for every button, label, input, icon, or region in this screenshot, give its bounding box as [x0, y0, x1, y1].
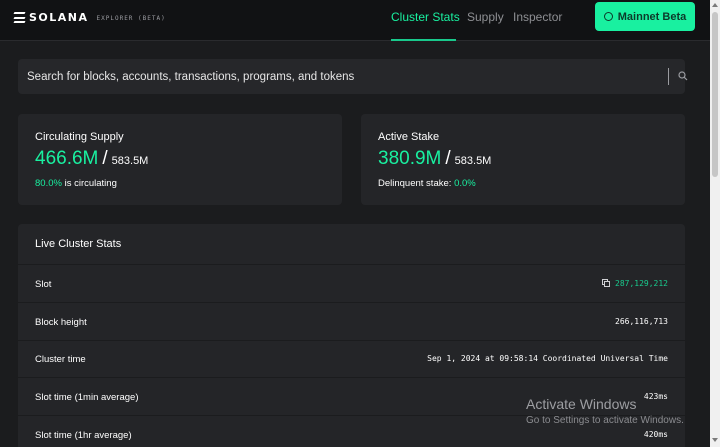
search-bar	[18, 59, 688, 94]
card-title: Circulating Supply	[35, 131, 124, 143]
row-label: Block height	[35, 317, 87, 328]
separator: /	[445, 148, 451, 169]
table-row: Slot time (1min average) 423ms	[18, 379, 685, 416]
row-value: Sep 1, 2024 at 09:58:14 Coordinated Univ…	[427, 354, 668, 363]
stake-value-row: 380.9M / 583.5M	[378, 148, 491, 170]
search-icon[interactable]	[678, 71, 688, 81]
row-value: 287,129,212	[615, 279, 668, 288]
total-stake: 583.5M	[454, 155, 492, 167]
nav-supply[interactable]: Supply	[467, 10, 504, 24]
separator: /	[102, 148, 108, 169]
live-cluster-stats-card: Live Cluster Stats Slot 287,129,212 Bloc…	[18, 224, 685, 447]
row-label: Cluster time	[35, 354, 86, 365]
check-circle-icon	[603, 12, 613, 21]
search-divider	[668, 68, 669, 85]
delinquent-label: Delinquent stake:	[378, 178, 452, 189]
row-label: Slot	[35, 279, 52, 290]
circulating-value: 466.6M	[35, 148, 99, 169]
copy-icon[interactable]	[602, 279, 611, 288]
circulating-supply-card: Circulating Supply 466.6M / 583.5M 80.0%…	[18, 114, 342, 205]
active-nav-indicator	[391, 39, 456, 41]
brand-name: SOLANA	[29, 11, 89, 24]
delinquent-value: 0.0%	[454, 178, 476, 189]
active-stake-card: Active Stake 380.9M / 583.5M Delinquent …	[361, 114, 685, 205]
cluster-button-label: Mainnet Beta	[617, 10, 687, 23]
scroll-up-arrow-icon[interactable]	[712, 3, 718, 7]
row-label: Slot time (1min average)	[35, 392, 139, 403]
row-value: 266,116,713	[615, 317, 668, 326]
cluster-select-button[interactable]: Mainnet Beta	[595, 2, 695, 31]
active-stake-value: 380.9M	[378, 148, 442, 169]
stats-title: Live Cluster Stats	[35, 238, 122, 250]
stats-header: Live Cluster Stats	[18, 224, 685, 265]
supply-value-row: 466.6M / 583.5M	[35, 148, 148, 170]
brand-subtitle: EXPLORER (BETA)	[96, 15, 166, 22]
table-row: Slot 287,129,212	[18, 266, 685, 303]
row-label: Slot time (1hr average)	[35, 430, 132, 441]
table-row: Cluster time Sep 1, 2024 at 09:58:14 Coo…	[18, 341, 685, 378]
row-value: 420ms	[643, 430, 668, 439]
card-title: Active Stake	[378, 131, 440, 143]
nav-inspector[interactable]: Inspector	[513, 10, 562, 24]
top-navbar: SOLANA EXPLORER (BETA) Cluster Stats Sup…	[0, 0, 710, 41]
row-value: 423ms	[643, 392, 668, 401]
table-row: Block height 266,116,713	[18, 304, 685, 341]
slot-link[interactable]: 287,129,212	[602, 279, 668, 288]
solana-logo-icon	[13, 12, 26, 23]
scroll-down-arrow-icon[interactable]	[712, 438, 718, 442]
circulating-percent-line: 80.0% is circulating	[35, 178, 117, 189]
circulating-suffix: is circulating	[64, 178, 117, 189]
circulating-percent: 80.0%	[35, 178, 62, 189]
delinquent-line: Delinquent stake: 0.0%	[378, 178, 476, 189]
total-supply: 583.5M	[111, 155, 149, 167]
search-input[interactable]	[27, 59, 647, 94]
nav-cluster-stats[interactable]: Cluster Stats	[391, 10, 460, 24]
brand-logo[interactable]: SOLANA EXPLORER (BETA)	[13, 11, 166, 24]
page-scrollbar[interactable]	[710, 0, 720, 447]
table-row: Slot time (1hr average) 420ms	[18, 417, 685, 447]
scroll-thumb[interactable]	[712, 12, 718, 177]
